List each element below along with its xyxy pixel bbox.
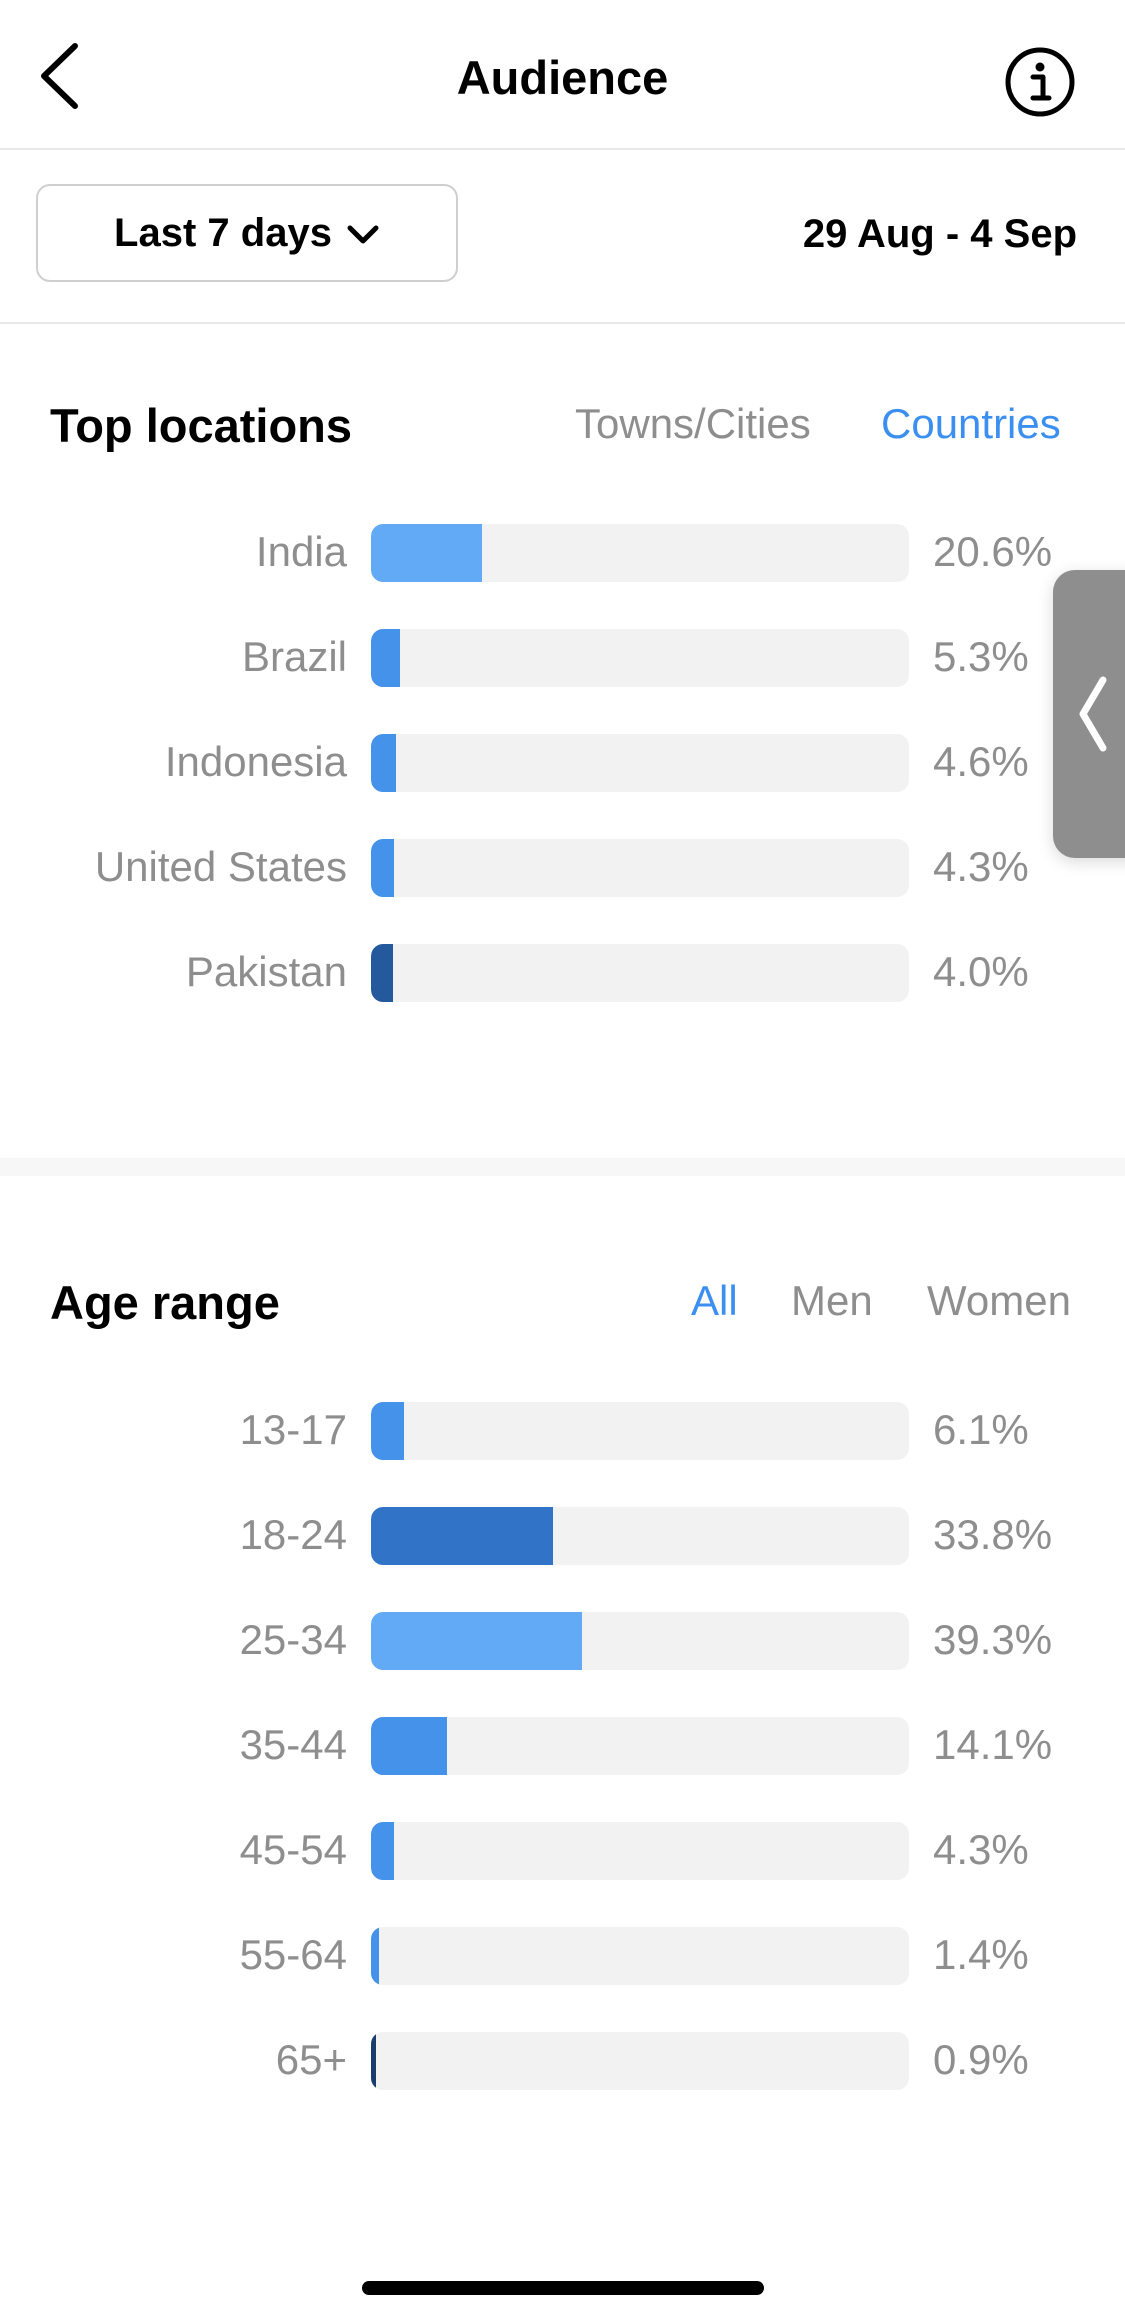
age-label: 35-44 [239, 1721, 347, 1768]
location-label: Brazil [241, 633, 347, 680]
tab-all[interactable]: All [691, 1277, 738, 1325]
age-label: 25-34 [239, 1616, 347, 1663]
age-row: 25-34 39.3% [0, 1612, 1125, 1670]
date-range-text: 29 Aug - 4 Sep [802, 212, 1077, 256]
tab-towns-cities[interactable]: Towns/Cities [575, 400, 811, 448]
age-bar [371, 1612, 583, 1670]
tab-men[interactable]: Men [791, 1277, 873, 1325]
age-percentage: 6.1% [933, 1406, 1029, 1453]
age-percentage: 4.3% [933, 1826, 1029, 1873]
age-percentage: 39.3% [933, 1616, 1053, 1663]
age-bar-track [371, 1822, 909, 1880]
location-label: Pakistan [185, 948, 347, 995]
age-row: 45-54 4.3% [0, 1822, 1125, 1880]
location-bar-track [371, 839, 909, 897]
age-label: 13-17 [239, 1406, 347, 1453]
location-label: India [255, 528, 347, 575]
age-row: 55-64 1.4% [0, 1927, 1125, 1985]
age-label: 18-24 [239, 1511, 347, 1558]
section-divider [0, 1158, 1125, 1176]
location-bar-track [371, 734, 909, 792]
chevron-down-icon [347, 225, 379, 244]
age-percentage: 33.8% [933, 1511, 1053, 1558]
location-bar [371, 629, 400, 687]
age-row: 35-44 14.1% [0, 1717, 1125, 1775]
tab-countries[interactable]: Countries [881, 400, 1061, 448]
location-label: United States [94, 843, 347, 890]
age-bar-track [371, 2032, 909, 2090]
location-bar-track [371, 629, 909, 687]
age-percentage: 14.1% [933, 1721, 1053, 1768]
location-bar [371, 734, 396, 792]
location-bar-track [371, 944, 909, 1002]
age-bar [371, 1822, 395, 1880]
info-button[interactable] [1003, 45, 1077, 119]
age-bar-track [371, 1927, 909, 1985]
page-title: Audience [456, 51, 669, 104]
age-row: 13-17 6.1% [0, 1402, 1125, 1460]
location-bar-track [371, 524, 909, 582]
age-bar-track [371, 1402, 909, 1460]
age-label: 65+ [275, 2036, 347, 2083]
age-bar-track [371, 1717, 909, 1775]
age-row: 65+ 0.9% [0, 2032, 1125, 2090]
chevron-left-icon [1079, 676, 1107, 752]
age-bar-track [371, 1612, 909, 1670]
location-row: Brazil 5.3% [0, 629, 1125, 687]
location-label: Indonesia [164, 738, 347, 785]
location-bar [371, 839, 395, 897]
location-bar [371, 944, 393, 1002]
age-percentage: 0.9% [933, 2036, 1029, 2083]
location-percentage: 20.6% [933, 528, 1053, 575]
age-bar [371, 1507, 553, 1565]
location-row: United States 4.3% [0, 839, 1125, 897]
info-icon [1005, 47, 1075, 117]
side-panel-handle[interactable] [1053, 570, 1125, 858]
location-row: India 20.6% [0, 524, 1125, 582]
location-percentage: 5.3% [933, 633, 1029, 680]
age-bar [371, 1402, 404, 1460]
location-percentage: 4.0% [933, 948, 1029, 995]
tab-women[interactable]: Women [927, 1277, 1071, 1325]
date-range-dropdown-label: Last 7 days [114, 210, 332, 255]
age-bar [371, 1717, 447, 1775]
date-filter-row: Last 7 days 29 Aug - 4 Sep [0, 148, 1125, 324]
location-bar [371, 524, 482, 582]
age-range-title: Age range [50, 1276, 280, 1329]
age-bar-track [371, 1507, 909, 1565]
age-label: 45-54 [239, 1826, 347, 1873]
location-percentage: 4.3% [933, 843, 1029, 890]
age-label: 55-64 [239, 1931, 347, 1978]
location-row: Indonesia 4.6% [0, 734, 1125, 792]
age-row: 18-24 33.8% [0, 1507, 1125, 1565]
top-nav-bar: Audience [0, 0, 1125, 150]
age-percentage: 1.4% [933, 1931, 1029, 1978]
home-indicator [362, 2281, 764, 2295]
top-locations-title: Top locations [50, 399, 353, 452]
age-bar [371, 1927, 379, 1985]
location-percentage: 4.6% [933, 738, 1029, 785]
location-row: Pakistan 4.0% [0, 944, 1125, 1002]
date-range-dropdown[interactable]: Last 7 days [36, 184, 458, 282]
age-bar [371, 2032, 376, 2090]
